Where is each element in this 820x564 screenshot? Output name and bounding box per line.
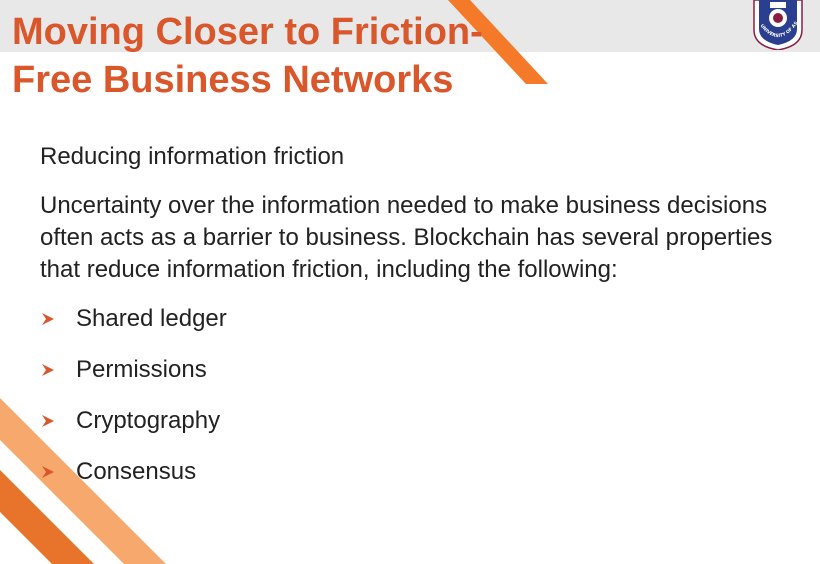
university-logo: UNIVERSITY OF ASIA PACIFIC <box>750 0 803 50</box>
slide-body: Reducing information friction Uncertaint… <box>40 140 810 506</box>
bullet-label: Permissions <box>76 356 207 383</box>
list-item: Permissions <box>40 353 810 387</box>
arrow-bullet-icon <box>42 313 54 325</box>
title-line-2: Free Business Networks <box>12 59 454 101</box>
bullet-label: Consensus <box>76 458 197 485</box>
bullet-list: Shared ledger Permissions Cryptography C… <box>40 302 810 489</box>
arrow-bullet-icon <box>42 466 54 478</box>
body-paragraph: Uncertainty over the information needed … <box>40 192 773 283</box>
list-item: Consensus <box>40 455 810 489</box>
list-item: Cryptography <box>40 404 810 438</box>
arrow-bullet-icon <box>42 364 54 376</box>
bullet-label: Cryptography <box>76 407 221 434</box>
title-line-1: Moving Closer to Friction- <box>12 11 483 53</box>
bullet-label: Shared ledger <box>76 305 227 332</box>
subheading: Reducing information friction <box>40 143 345 170</box>
list-item: Shared ledger <box>40 302 810 336</box>
arrow-bullet-icon <box>42 415 54 427</box>
slide-title: Moving Closer to Friction- Free Business… <box>12 8 483 104</box>
